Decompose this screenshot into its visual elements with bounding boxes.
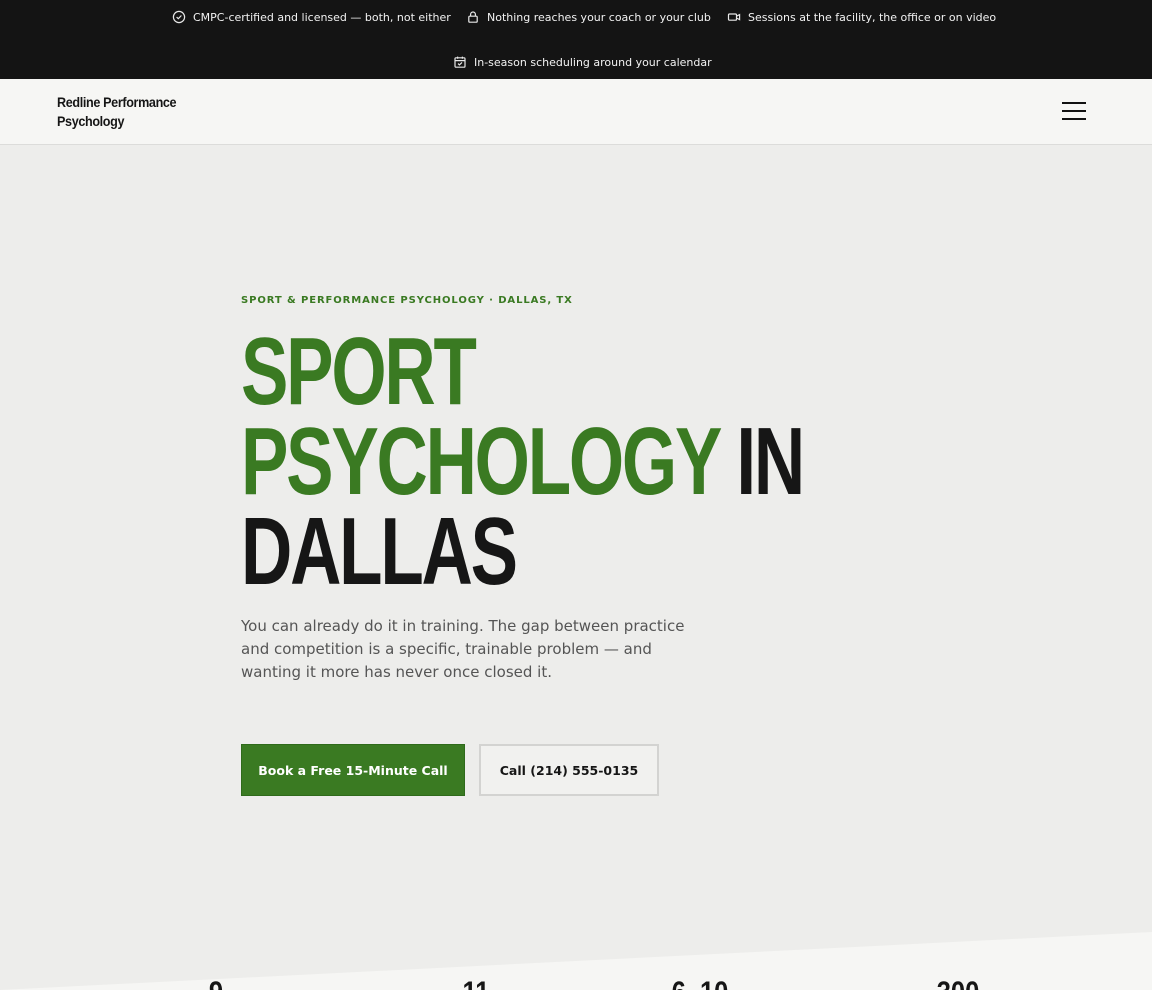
hamburger-menu-icon[interactable]	[1060, 99, 1088, 123]
trust-item-scheduling: In-season scheduling around your calenda…	[453, 54, 712, 70]
trust-item-privacy: Nothing reaches your coach or your club	[466, 9, 711, 25]
video-camera-icon	[727, 10, 741, 24]
headline-line-3: DALLAS	[241, 498, 518, 605]
stat-value: 11	[463, 978, 490, 990]
trust-item-label: CMPC-certified and licensed — both, not …	[193, 10, 451, 24]
stat-value: 9	[209, 978, 223, 990]
logo-line-1: Redline Performance	[57, 94, 177, 110]
hero-eyebrow: SPORT & PERFORMANCE PSYCHOLOGY · DALLAS,…	[241, 295, 573, 306]
calendar-icon	[453, 55, 467, 69]
trust-bar: CMPC-certified and licensed — both, not …	[0, 0, 1152, 79]
headline-line-1: SPORT	[241, 318, 477, 425]
site-logo[interactable]: Redline Performance Psychology	[57, 93, 192, 131]
site-header: Redline Performance Psychology	[0, 79, 1152, 145]
check-circle-icon	[172, 10, 186, 24]
headline-word-in: IN	[736, 408, 805, 515]
trust-item-certified: CMPC-certified and licensed — both, not …	[172, 9, 451, 25]
trust-item-label: Sessions at the facility, the office or …	[748, 10, 997, 24]
logo-line-2: Psychology	[57, 113, 125, 129]
trust-item-sessions: Sessions at the facility, the office or …	[727, 9, 996, 25]
lock-icon	[466, 10, 480, 24]
trust-item-label: Nothing reaches your coach or your club	[487, 10, 711, 24]
stat-value: 6–10	[672, 978, 729, 990]
trust-item-label: In-season scheduling around your calenda…	[474, 55, 712, 69]
hero-headline: SPORT PSYCHOLOGY IN DALLAS	[241, 318, 805, 605]
headline-line-2: PSYCHOLOGY IN	[241, 414, 805, 510]
hero-lede: You can already do it in training. The g…	[241, 617, 685, 681]
stat-value: 300	[937, 978, 980, 990]
book-call-button[interactable]: Book a Free 15-Minute Call	[241, 744, 465, 796]
phone-call-button[interactable]: Call (214) 555-0135	[479, 744, 659, 796]
